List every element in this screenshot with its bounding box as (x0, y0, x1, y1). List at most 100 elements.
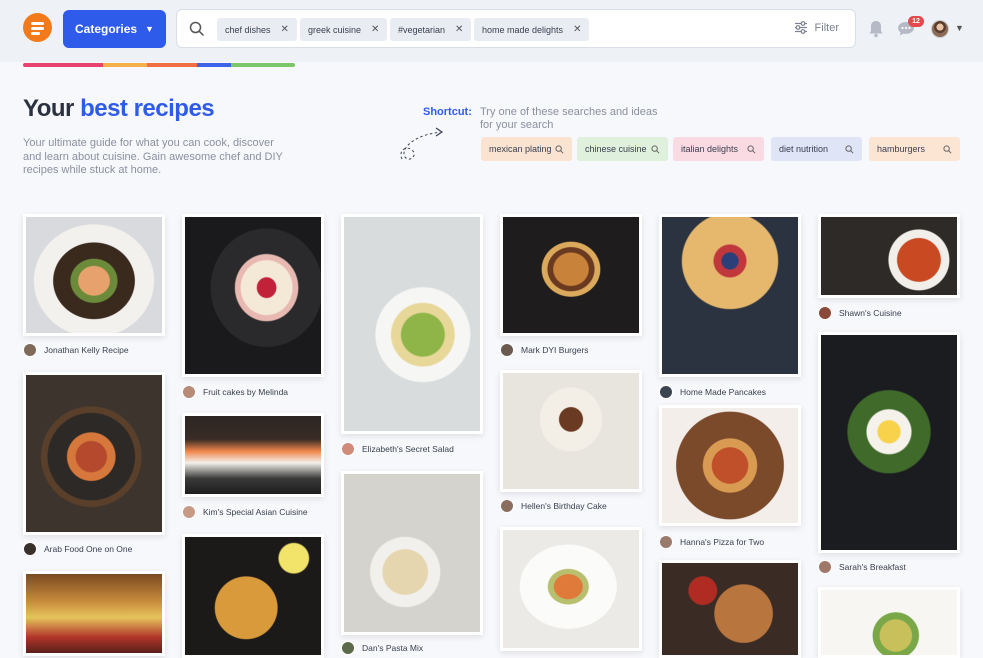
quick-search-label: italian delights (681, 144, 739, 154)
recipe-image[interactable] (818, 214, 960, 298)
categories-label: Categories (75, 22, 138, 36)
author-name: Mark DYI Burgers (521, 345, 589, 355)
recipe-image[interactable] (182, 534, 324, 658)
filter-button[interactable]: Filter (794, 21, 839, 34)
recipe-image[interactable] (341, 471, 483, 635)
title-accent: best recipes (80, 95, 215, 122)
quick-search-label: hamburgers (877, 144, 926, 154)
author-avatar (182, 385, 196, 399)
top-bar: Categories ▼ chef dishes ✕ greek cuisine… (0, 0, 983, 62)
recipe-author[interactable]: Hellen's Birthday Cake (500, 499, 607, 513)
author-avatar (500, 499, 514, 513)
author-name: Dan's Pasta Mix (362, 643, 424, 653)
recipe-author[interactable]: Kim's Special Asian Cuisine (182, 505, 308, 519)
close-icon[interactable]: ✕ (281, 24, 289, 35)
page-title: Your best recipes (23, 95, 215, 123)
search-icon (651, 144, 660, 153)
recipe-image[interactable] (500, 527, 642, 651)
search-chip-label: greek cuisine (308, 24, 362, 35)
quick-search-chip[interactable]: hamburgers (869, 137, 960, 161)
quick-search-label: mexican plating (489, 144, 552, 154)
sliders-icon (794, 21, 807, 34)
recipe-image[interactable] (818, 332, 960, 553)
search-icon (747, 144, 756, 153)
categories-button[interactable]: Categories ▼ (63, 10, 166, 48)
search-chip-label: home made delights (482, 24, 564, 35)
curved-arrow-icon (400, 127, 444, 160)
search-icon (555, 144, 564, 153)
message-count-badge: 12 (908, 16, 924, 27)
title-prefix: Your (23, 95, 74, 122)
quick-search-chip[interactable]: mexican plating (481, 137, 572, 161)
recipe-author[interactable]: Jonathan Kelly Recipe (23, 343, 129, 357)
filter-label: Filter (814, 21, 839, 34)
author-avatar (23, 343, 37, 357)
chevron-down-icon: ▼ (145, 24, 154, 34)
search-chip[interactable]: home made delights ✕ (474, 18, 590, 41)
recipe-author[interactable]: Mark DYI Burgers (500, 343, 589, 357)
chevron-down-icon[interactable]: ▼ (955, 23, 964, 33)
author-name: Shawn's Cuisine (839, 308, 902, 318)
recipe-image[interactable] (500, 214, 642, 336)
recipe-author[interactable]: Elizabeth's Secret Salad (341, 442, 454, 456)
author-avatar (23, 542, 37, 556)
recipe-image[interactable] (23, 214, 165, 336)
quick-search-label: diet nutrition (779, 144, 829, 154)
author-avatar (659, 535, 673, 549)
search-chip[interactable]: chef dishes ✕ (217, 18, 297, 41)
quick-search-chip[interactable]: chinese cuisine (577, 137, 668, 161)
search-chip-label: #vegetarian (398, 24, 446, 35)
search-icon (189, 21, 205, 37)
page-description: Your ultimate guide for what you can coo… (23, 137, 283, 176)
recipe-author[interactable]: Arab Food One on One (23, 542, 132, 556)
author-avatar (818, 306, 832, 320)
recipe-author[interactable]: Shawn's Cuisine (818, 306, 902, 320)
recipe-image[interactable] (23, 372, 165, 535)
menu-logo-icon[interactable] (23, 13, 52, 42)
search-chip[interactable]: #vegetarian ✕ (390, 18, 472, 41)
recipe-author[interactable]: Sarah's Breakfast (818, 560, 906, 574)
quick-search-chip[interactable]: diet nutrition (771, 137, 862, 161)
search-icon (943, 144, 952, 153)
recipe-image[interactable] (182, 214, 324, 377)
author-name: Fruit cakes by Melinda (203, 387, 289, 397)
author-name: Elizabeth's Secret Salad (362, 444, 454, 454)
quick-search-label: chinese cuisine (585, 144, 647, 154)
author-avatar (341, 641, 355, 655)
quick-search-chip[interactable]: italian delights (673, 137, 764, 161)
author-name: Hanna's Pizza for Two (680, 537, 765, 547)
recipe-image[interactable] (341, 214, 483, 434)
recipe-image[interactable] (659, 405, 801, 526)
recipe-image[interactable] (659, 214, 801, 377)
close-icon[interactable]: ✕ (455, 24, 463, 35)
author-avatar (182, 505, 196, 519)
recipe-author[interactable]: Dan's Pasta Mix (341, 641, 423, 655)
bell-icon[interactable] (868, 20, 884, 38)
search-icon (845, 144, 854, 153)
recipe-image[interactable] (500, 370, 642, 492)
close-icon[interactable]: ✕ (371, 24, 379, 35)
recipe-author[interactable]: Home Made Pancakes (659, 385, 766, 399)
recipe-image[interactable] (659, 560, 801, 658)
author-name: Home Made Pancakes (680, 387, 766, 397)
search-bar[interactable]: chef dishes ✕ greek cuisine ✕ #vegetaria… (176, 9, 856, 48)
recipe-image[interactable] (818, 587, 960, 658)
shortcut-label: Shortcut: (423, 106, 472, 118)
search-chip[interactable]: greek cuisine ✕ (300, 18, 388, 41)
author-name: Jonathan Kelly Recipe (44, 345, 129, 355)
search-chip-label: chef dishes (225, 24, 271, 35)
avatar[interactable] (931, 20, 949, 38)
author-name: Arab Food One on One (44, 544, 133, 554)
recipe-image[interactable] (23, 571, 165, 656)
close-icon[interactable]: ✕ (573, 24, 581, 35)
recipe-author[interactable]: Hanna's Pizza for Two (659, 535, 764, 549)
author-avatar (341, 442, 355, 456)
author-name: Kim's Special Asian Cuisine (203, 507, 308, 517)
recipe-image[interactable] (182, 413, 324, 497)
author-name: Hellen's Birthday Cake (521, 501, 607, 511)
recipe-author[interactable]: Fruit cakes by Melinda (182, 385, 288, 399)
color-accent-bar (23, 63, 295, 67)
author-avatar (818, 560, 832, 574)
author-avatar (659, 385, 673, 399)
author-avatar (500, 343, 514, 357)
